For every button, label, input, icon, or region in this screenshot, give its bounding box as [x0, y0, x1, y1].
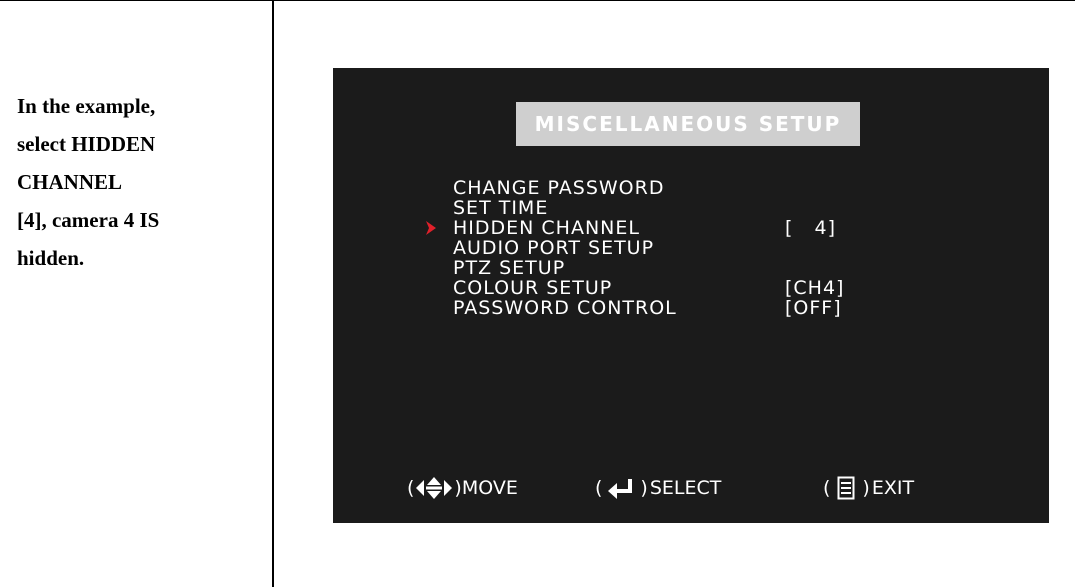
osd-footer: ( ) MOVE () SELECT () EXIT	[333, 473, 1049, 503]
menu-item-label: COLOUR SETUP	[453, 277, 613, 299]
menu-item-colour-setup[interactable]: COLOUR SETUP [CH4]	[453, 277, 843, 299]
menu-item-set-time[interactable]: SET TIME	[453, 198, 783, 218]
menu-item-audio-port-setup[interactable]: AUDIO PORT SETUP	[453, 238, 783, 258]
move-label: MOVE	[461, 477, 518, 499]
menu-item-value: [ 4]	[785, 217, 837, 239]
enter-key-icon	[606, 477, 636, 499]
exit-hint: ( ) EXIT	[823, 476, 915, 500]
select-label: SELECT	[649, 477, 722, 499]
menu-item-label: CHANGE PASSWORD	[453, 177, 665, 199]
arrow-keys-icon	[414, 476, 454, 500]
osd-title: MISCELLANEOUS SETUP	[516, 102, 860, 146]
red-chevron-right-icon	[424, 220, 438, 236]
description-text: In the example, select HIDDEN CHANNEL [4…	[0, 1, 272, 277]
select-hint: ( ) SELECT	[595, 477, 722, 499]
menu-item-change-password[interactable]: CHANGE PASSWORD	[453, 178, 783, 198]
description-line: [4], camera 4 IS	[17, 208, 160, 232]
exit-label: EXIT	[871, 477, 915, 499]
menu-item-value: [CH4]	[785, 277, 845, 299]
description-line: hidden.	[17, 246, 85, 270]
screen-edge-mark	[1046, 70, 1049, 200]
document-page: In the example, select HIDDEN CHANNEL [4…	[0, 0, 1075, 587]
osd-screen: MISCELLANEOUS SETUP CHANGE PASSWORD SET …	[333, 68, 1049, 523]
menu-item-ptz-setup[interactable]: PTZ SETUP	[453, 258, 783, 278]
menu-item-label: SET TIME	[453, 197, 549, 219]
menu-item-label: HIDDEN CHANNEL	[453, 217, 640, 239]
menu-item-label: PASSWORD CONTROL	[453, 297, 677, 319]
description-cell: In the example, select HIDDEN CHANNEL [4…	[0, 0, 274, 587]
menu-item-password-control[interactable]: PASSWORD CONTROL [OFF]	[453, 297, 841, 319]
menu-item-hidden-channel[interactable]: HIDDEN CHANNEL [ 4]	[426, 217, 835, 239]
menu-key-icon	[837, 476, 855, 500]
menu-item-label: PTZ SETUP	[453, 257, 566, 279]
menu-item-label: AUDIO PORT SETUP	[453, 237, 655, 259]
menu-item-value: [OFF]	[785, 297, 842, 319]
description-line: In the example,	[17, 94, 156, 118]
description-line: CHANNEL	[17, 170, 123, 194]
move-hint: ( ) MOVE	[407, 476, 518, 500]
description-line: select HIDDEN	[17, 132, 156, 156]
osd-menu: CHANGE PASSWORD SET TIME HIDDEN CHANNEL …	[426, 178, 843, 319]
